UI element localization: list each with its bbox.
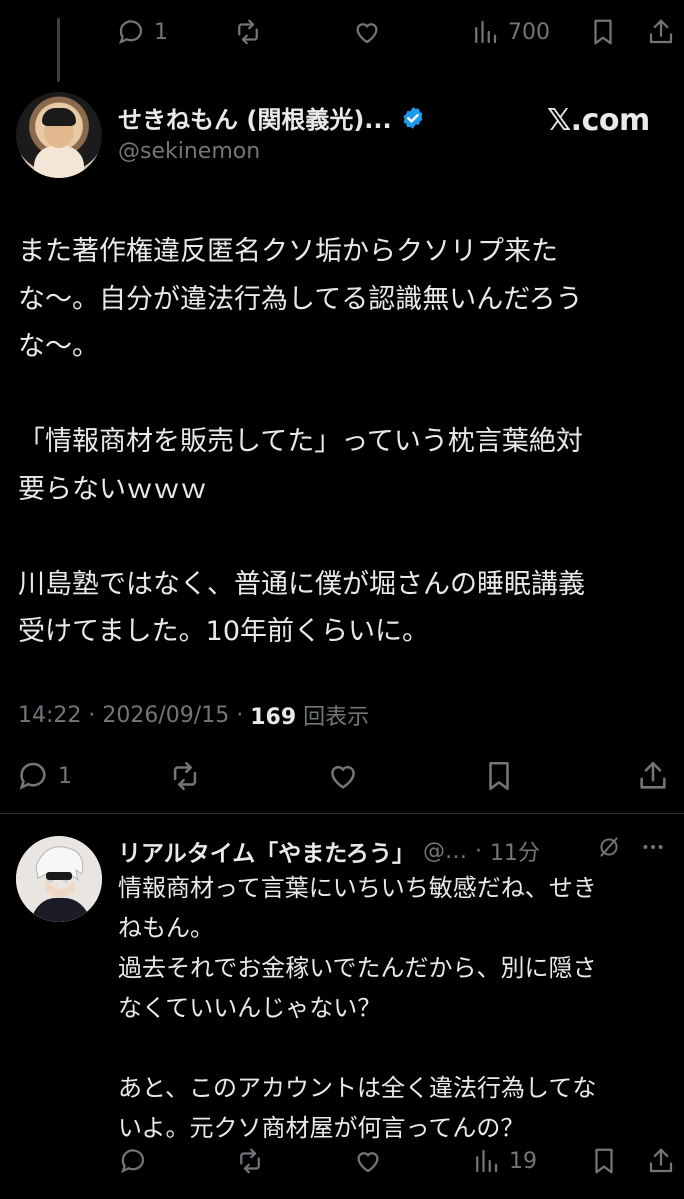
- repost-icon: [233, 17, 263, 47]
- reply-button[interactable]: 1: [116, 17, 168, 47]
- repost-icon: [168, 759, 202, 793]
- meta-separator: ·: [236, 702, 244, 728]
- analytics-icon: [470, 17, 500, 47]
- tweet-date[interactable]: 2026/09/15: [102, 703, 229, 728]
- x-com-logo: 𝕏.com: [547, 103, 650, 138]
- analytics-icon: [471, 1146, 501, 1176]
- reply-header: リアルタイム「やまたろう」 @… · 11分: [118, 834, 678, 868]
- like-button[interactable]: [352, 17, 382, 47]
- bookmark-icon: [588, 17, 618, 47]
- reply-count: 1: [154, 19, 168, 45]
- tweet-paragraph: また著作権違反匿名クソ垢からクソリプ来た な〜。自分が違法行為してる認識無いんだ…: [18, 236, 583, 362]
- tweet-views-label: 回表示: [303, 705, 370, 730]
- bookmark-icon: [589, 1146, 619, 1176]
- verified-badge-icon: [400, 105, 426, 131]
- heart-icon: [352, 17, 382, 47]
- bookmark-icon: [482, 759, 516, 793]
- views-count: 700: [508, 19, 550, 45]
- reply-paragraph: 情報商材って言葉にいちいち敏感だね、せき ねもん。 過去それでお金稼いでたんだか…: [118, 874, 597, 1022]
- share-button[interactable]: [636, 759, 670, 793]
- views-button[interactable]: 19: [471, 1146, 537, 1176]
- like-button[interactable]: [353, 1146, 383, 1176]
- like-button[interactable]: [326, 759, 360, 793]
- repost-button[interactable]: [235, 1146, 265, 1176]
- reply-button[interactable]: 1: [16, 759, 72, 793]
- share-icon: [646, 1146, 676, 1176]
- reply-icon: [16, 759, 50, 793]
- author-display-name[interactable]: せきねもん (関根義光)...: [118, 100, 392, 135]
- grok-icon[interactable]: [596, 834, 622, 860]
- previous-tweet-actions: 1 700: [0, 0, 684, 82]
- reply-author-handle[interactable]: @…: [423, 839, 467, 864]
- author-avatar[interactable]: [16, 92, 102, 178]
- tweet-actions: 1: [0, 745, 684, 809]
- share-icon: [636, 759, 670, 793]
- reply-icon: [116, 17, 146, 47]
- views-count: 19: [509, 1148, 537, 1174]
- repost-button[interactable]: [168, 759, 202, 793]
- reply-paragraph: あと、このアカウントは全く違法行為してな いよ。元クソ商材屋が何言ってんの？: [118, 1074, 597, 1142]
- reply-actions: 19: [0, 1142, 684, 1182]
- author-handle[interactable]: @sekinemon: [118, 139, 260, 164]
- tweet-paragraph: 川島塾ではなく、普通に僕が堀さんの睡眠講義 受けてました。10年前くらいに。: [18, 568, 585, 648]
- heart-icon: [326, 759, 360, 793]
- more-options-icon[interactable]: [640, 834, 666, 860]
- share-icon: [646, 17, 676, 47]
- reply-icon: [118, 1146, 148, 1176]
- meta-separator: ·: [474, 838, 482, 864]
- share-button[interactable]: [646, 1146, 676, 1176]
- reply-author-avatar[interactable]: [16, 836, 102, 922]
- repost-button[interactable]: [233, 17, 263, 47]
- thread-connector-line: [57, 18, 60, 82]
- reply-text: 情報商材って言葉にいちいち敏感だね、せき ねもん。 過去それでお金稼いでたんだか…: [118, 868, 678, 1148]
- tweet-views-count: 169: [250, 705, 297, 730]
- repost-icon: [235, 1146, 265, 1176]
- bookmark-button[interactable]: [588, 17, 618, 47]
- bookmark-button[interactable]: [482, 759, 516, 793]
- reply-time[interactable]: 11分: [490, 835, 540, 867]
- share-button[interactable]: [646, 17, 676, 47]
- bookmark-button[interactable]: [589, 1146, 619, 1176]
- tweet-meta: 14:22 · 2026/09/15 · 169 回表示: [18, 699, 369, 731]
- reply-author-name[interactable]: リアルタイム「やまたろう」: [118, 834, 415, 868]
- tweet-paragraph: 「情報商材を販売してた」っていう枕言葉絶対 要らないｗｗｗ: [18, 426, 583, 505]
- tweet-time[interactable]: 14:22: [18, 703, 81, 728]
- divider: [0, 813, 684, 814]
- reply-button[interactable]: [118, 1146, 148, 1176]
- author-name-row[interactable]: せきねもん (関根義光)...: [118, 100, 426, 135]
- tweet-text: また著作権違反匿名クソ垢からクソリプ来た な〜。自分が違法行為してる認識無いんだ…: [18, 228, 668, 656]
- meta-separator: ·: [88, 702, 96, 728]
- views-button[interactable]: 700: [470, 17, 550, 47]
- heart-icon: [353, 1146, 383, 1176]
- reply-count: 1: [58, 763, 72, 789]
